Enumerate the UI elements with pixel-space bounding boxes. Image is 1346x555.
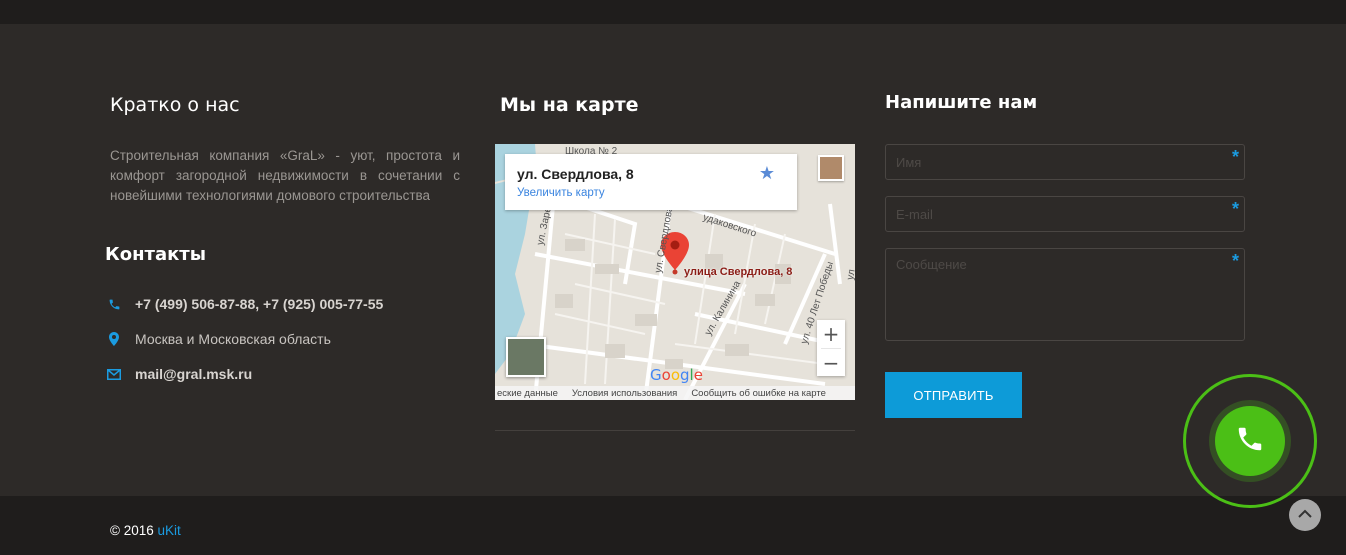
zoom-out-button[interactable]: − — [817, 349, 845, 377]
satellite-toggle[interactable] — [506, 337, 546, 377]
email-field-wrap: * — [885, 196, 1245, 232]
enlarge-map-link[interactable]: Увеличить карту — [517, 187, 605, 199]
name-input[interactable] — [886, 145, 1244, 179]
required-mark: * — [1231, 251, 1239, 271]
message-textarea[interactable] — [886, 249, 1244, 340]
callback-widget[interactable] — [1183, 374, 1317, 508]
top-bar — [0, 0, 1346, 24]
bottom-bar — [0, 496, 1346, 555]
contact-address: Москва и Московская область — [106, 329, 331, 349]
map-heading: Мы на карте — [500, 94, 639, 116]
contact-phone-text: +7 (499) 506-87-88, +7 (925) 005-77-55 — [135, 296, 384, 312]
required-mark: * — [1231, 147, 1239, 167]
contact-email-text[interactable]: mail@gral.msk.ru — [135, 366, 252, 382]
map-data-link[interactable]: еские данные — [497, 388, 558, 399]
email-input[interactable] — [886, 197, 1244, 231]
callback-button[interactable] — [1215, 406, 1285, 476]
contact-phone: +7 (499) 506-87-88, +7 (925) 005-77-55 — [106, 294, 383, 314]
form-heading: Напишите нам — [885, 92, 1038, 113]
scroll-to-top-button[interactable] — [1289, 499, 1321, 531]
map-card-address: ул. Свердлова, 8 — [517, 166, 634, 182]
chevron-up-icon — [1298, 506, 1312, 524]
map-info-card: ул. Свердлова, 8 Увеличить карту ★ — [505, 154, 797, 210]
contact-address-text: Москва и Московская область — [135, 331, 331, 347]
zoom-control[interactable]: + − — [817, 320, 845, 376]
submit-button[interactable]: ОТПРАВИТЬ — [885, 372, 1022, 418]
zoom-in-button[interactable]: + — [817, 320, 845, 348]
required-mark: * — [1231, 199, 1239, 219]
name-field-wrap: * — [885, 144, 1245, 180]
about-heading: Кратко о нас — [110, 94, 240, 116]
contact-email[interactable]: mail@gral.msk.ru — [106, 364, 252, 384]
map-embed[interactable]: ул. Заречная ул. Свердлова удаковского у… — [495, 144, 855, 400]
copyright-text: © 2016 — [110, 523, 158, 538]
copyright: © 2016 uKit — [110, 523, 181, 538]
street-label: ул — [845, 268, 855, 281]
envelope-icon — [106, 366, 122, 382]
place-photo-thumbnail[interactable] — [818, 155, 844, 181]
about-text: Строительная компания «GraL» - уют, прос… — [110, 148, 460, 203]
star-icon[interactable]: ★ — [759, 163, 775, 184]
divider — [495, 430, 855, 431]
google-logo: Google — [650, 366, 703, 384]
ukit-link[interactable]: uKit — [157, 523, 180, 538]
message-field-wrap: * — [885, 248, 1245, 341]
map-report-link[interactable]: Сообщить об ошибке на карте — [691, 388, 826, 399]
map-marker-icon — [106, 331, 122, 347]
map-footer: еские данные Условия использования Сообщ… — [495, 386, 855, 400]
phone-icon — [1235, 424, 1265, 459]
phone-icon — [106, 296, 122, 312]
map-terms-link[interactable]: Условия использования — [572, 388, 677, 399]
map-pin-label: улица Свердлова, 8 — [684, 266, 793, 278]
contacts-heading: Контакты — [105, 244, 207, 265]
